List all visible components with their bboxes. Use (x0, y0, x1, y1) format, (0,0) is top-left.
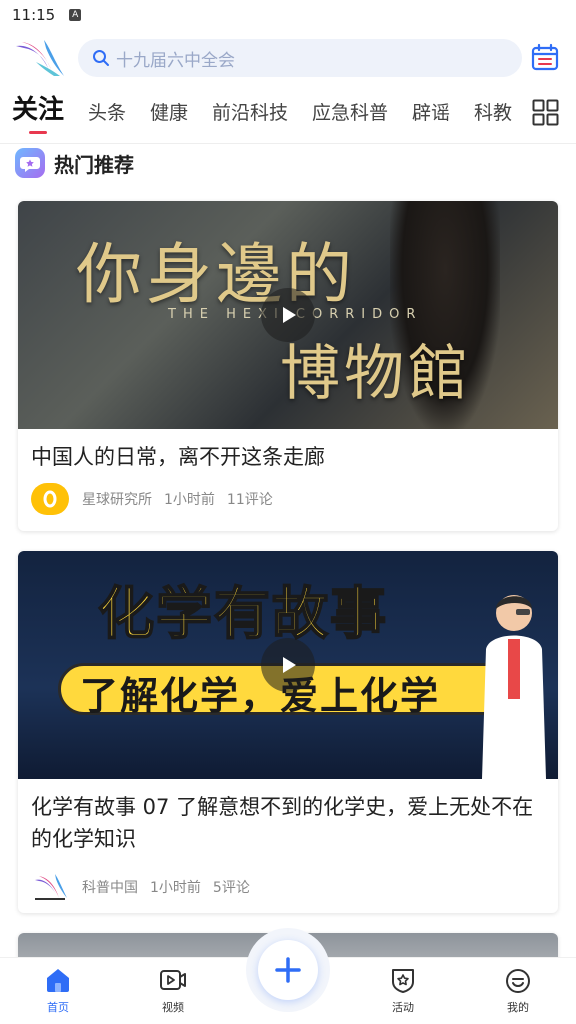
publish-time: 1小时前 (150, 880, 201, 896)
video-icon (160, 970, 186, 990)
status-time: 11:15 (12, 6, 56, 24)
nav-home[interactable]: 首页 (18, 966, 98, 1015)
thumbnail-caption-2: 博物館 (280, 339, 472, 409)
nav-video-label: 视频 (162, 1001, 184, 1014)
thumbnail-subcaption: 了解化学，爱上化学 (80, 674, 441, 718)
tab-health[interactable]: 健康 (150, 93, 188, 133)
play-icon (283, 657, 296, 673)
home-icon (47, 969, 69, 992)
search-icon (93, 50, 109, 66)
activity-icon (392, 969, 414, 993)
card-title[interactable]: 化学有故事 07 了解意想不到的化学史，爱上无处不在的化学知识 (18, 779, 558, 855)
active-tab-indicator (29, 131, 47, 134)
card-meta: 科普中国 1小时前 5评论 (31, 871, 262, 903)
search-bar[interactable]: 十九届六中全会 (78, 39, 522, 77)
thumbnail-caption: 化学有故事 (97, 581, 388, 648)
tab-rumor-debunk[interactable]: 辟谣 (412, 93, 450, 133)
header: 十九届六中全会 (0, 36, 576, 80)
play-button[interactable] (261, 288, 315, 342)
video-thumbnail[interactable]: 化学有故事 了解化学，爱上化学 (18, 551, 558, 779)
hot-recommend-icon (15, 148, 45, 178)
plus-icon (275, 957, 301, 983)
source-avatar[interactable] (31, 483, 69, 515)
tabs-divider (0, 143, 576, 144)
publish-time: 1小时前 (164, 492, 215, 508)
search-placeholder: 十九届六中全会 (116, 50, 235, 71)
play-icon (283, 307, 296, 323)
source-name[interactable]: 科普中国 (82, 877, 138, 897)
play-button[interactable] (261, 638, 315, 692)
card-meta: 星球研究所 1小时前 11评论 (31, 483, 285, 515)
status-bar: 11:15 A (0, 0, 576, 30)
video-card[interactable]: 化学有故事 了解化学，爱上化学 化学有故事 07 了解意想不到的化学史，爱上无处… (18, 551, 558, 913)
tab-science-education[interactable]: 科教 (474, 93, 512, 133)
status-indicator-icon: A (69, 9, 82, 21)
profile-icon (506, 969, 530, 993)
video-thumbnail[interactable]: 你身邊的 THE HEXI CORRIDOR 博物館 (18, 201, 558, 429)
source-avatar[interactable] (31, 871, 69, 903)
tab-headlines[interactable]: 头条 (88, 93, 126, 133)
comment-count[interactable]: 11评论 (227, 489, 273, 509)
add-post-button[interactable] (258, 940, 318, 1000)
tab-follow[interactable]: 关注 (12, 90, 64, 130)
app-screen: 11:15 A 十九届六中全会 关注 头条 健康 前沿科技 应急科普 辟谣 科教… (0, 0, 576, 1024)
nav-activity-label: 活动 (392, 1001, 414, 1014)
calendar-icon[interactable] (530, 42, 560, 72)
app-logo-icon[interactable] (14, 38, 66, 78)
video-card[interactable]: 你身邊的 THE HEXI CORRIDOR 博物館 中国人的日常，离不开这条走… (18, 201, 558, 531)
section-header: 热门推荐 (14, 145, 134, 181)
nav-home-label: 首页 (47, 1001, 69, 1014)
tab-emergency-science[interactable]: 应急科普 (312, 93, 388, 133)
grid-menu-icon[interactable] (532, 99, 559, 126)
thumbnail-caption: 你身邊的 (76, 236, 356, 313)
planet-logo-icon (43, 490, 57, 508)
source-name[interactable]: 星球研究所 (82, 489, 152, 509)
scientist-illustration (482, 595, 546, 779)
nav-activity[interactable]: 活动 (363, 966, 443, 1015)
kepu-china-logo-icon (35, 874, 67, 900)
card-title[interactable]: 中国人的日常，离不开这条走廊 (18, 429, 558, 473)
tab-frontier-tech[interactable]: 前沿科技 (212, 93, 288, 133)
nav-profile[interactable]: 我的 (478, 966, 558, 1015)
section-title: 热门推荐 (54, 152, 134, 177)
category-tabs: 关注 头条 健康 前沿科技 应急科普 辟谣 科教 (0, 90, 576, 140)
nav-video[interactable]: 视频 (133, 966, 213, 1015)
comment-count[interactable]: 5评论 (213, 877, 250, 897)
nav-profile-label: 我的 (507, 1001, 529, 1014)
